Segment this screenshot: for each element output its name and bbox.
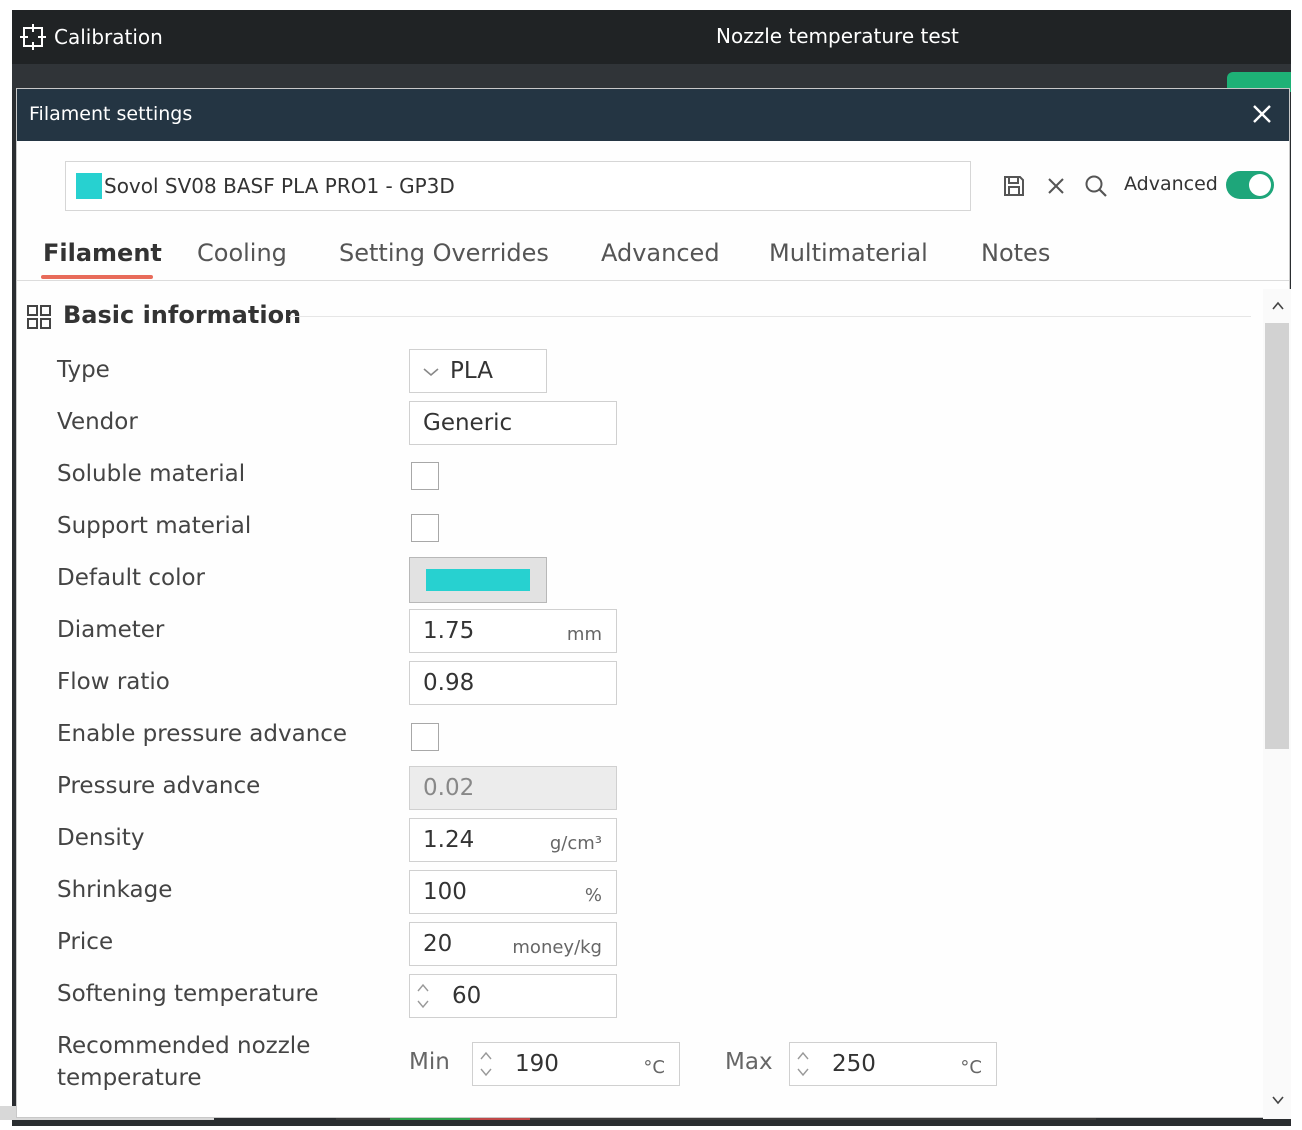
shrinkage-label: Shrinkage xyxy=(57,877,173,903)
section-title: Basic information xyxy=(63,301,302,329)
flow-ratio-field[interactable]: 0.98 xyxy=(409,661,617,705)
spin-arrows-icon[interactable] xyxy=(479,1047,493,1081)
delete-preset-icon[interactable] xyxy=(1043,173,1069,199)
app-title: Calibration xyxy=(54,25,163,49)
price-value: 20 xyxy=(423,931,453,957)
chevron-down-icon[interactable] xyxy=(1271,1093,1285,1107)
app-title-group: Calibration xyxy=(20,24,163,50)
advanced-mode-toggle[interactable] xyxy=(1226,171,1274,199)
chevron-up-icon[interactable] xyxy=(1271,299,1285,313)
nozzle-temperature-label-line1: Recommended nozzle xyxy=(57,1033,311,1059)
tab-notes[interactable]: Notes xyxy=(981,239,1050,267)
shrinkage-value: 100 xyxy=(423,879,467,905)
shrinkage-field[interactable]: 100 % xyxy=(409,870,617,914)
vendor-label: Vendor xyxy=(57,409,138,435)
softening-temperature-field[interactable]: 60 xyxy=(409,974,617,1018)
tab-cooling[interactable]: Cooling xyxy=(197,239,287,267)
shrinkage-unit: % xyxy=(584,885,602,906)
calibration-icon xyxy=(20,24,46,50)
density-label: Density xyxy=(57,825,145,851)
support-material-checkbox[interactable] xyxy=(411,514,439,542)
chevron-down-icon xyxy=(423,368,439,377)
preset-selector[interactable]: Sovol SV08 BASF PLA PRO1 - GP3D xyxy=(65,161,971,211)
nozzle-temperature-label-line2: temperature xyxy=(57,1065,202,1091)
softening-temperature-label: Softening temperature xyxy=(57,981,319,1007)
spin-arrows-icon[interactable] xyxy=(416,979,430,1013)
price-field[interactable]: 20 money/kg xyxy=(409,922,617,966)
close-icon[interactable] xyxy=(1249,101,1275,127)
type-label: Type xyxy=(57,357,110,383)
type-dropdown[interactable]: PLA xyxy=(409,349,547,393)
save-icon[interactable] xyxy=(1001,173,1027,199)
dialog-header: Filament settings xyxy=(17,89,1289,141)
search-icon[interactable] xyxy=(1083,173,1109,199)
flow-ratio-value: 0.98 xyxy=(423,670,475,696)
support-material-label: Support material xyxy=(57,513,252,539)
density-field[interactable]: 1.24 g/cm³ xyxy=(409,818,617,862)
app-toolbar xyxy=(12,64,1291,90)
density-value: 1.24 xyxy=(423,827,475,853)
diameter-unit: mm xyxy=(566,624,602,645)
soluble-material-checkbox[interactable] xyxy=(411,462,439,490)
app-titlebar: Calibration Nozzle temperature test xyxy=(12,10,1291,64)
spin-arrows-icon[interactable] xyxy=(796,1047,810,1081)
nozzle-min-value: 190 xyxy=(515,1051,559,1077)
softening-temperature-value: 60 xyxy=(452,983,482,1009)
default-color-swatch xyxy=(426,569,530,591)
vendor-field[interactable]: Generic xyxy=(409,401,617,445)
enable-pressure-advance-label: Enable pressure advance xyxy=(57,721,348,747)
diameter-field[interactable]: 1.75 mm xyxy=(409,609,617,653)
nozzle-max-field[interactable]: 250 °C xyxy=(789,1042,997,1086)
density-unit: g/cm³ xyxy=(549,833,602,854)
pressure-advance-field: 0.02 xyxy=(409,766,617,810)
pressure-advance-label: Pressure advance xyxy=(57,773,261,799)
soluble-material-label: Soluble material xyxy=(57,461,246,487)
active-tab-indicator xyxy=(41,275,153,279)
diameter-value: 1.75 xyxy=(423,618,475,644)
nozzle-min-unit: °C xyxy=(643,1057,665,1078)
nozzle-max-unit: °C xyxy=(960,1057,982,1078)
price-unit: money/kg xyxy=(512,937,602,958)
toggle-knob xyxy=(1249,174,1271,196)
nozzle-min-label: Min xyxy=(409,1049,450,1075)
diameter-label: Diameter xyxy=(57,617,165,643)
tab-setting-overrides[interactable]: Setting Overrides xyxy=(339,239,549,267)
tab-advanced[interactable]: Advanced xyxy=(601,239,720,267)
preset-color-swatch xyxy=(76,173,102,199)
pressure-advance-value: 0.02 xyxy=(423,775,475,801)
default-color-label: Default color xyxy=(57,565,205,591)
dialog-title: Filament settings xyxy=(29,103,193,125)
type-value: PLA xyxy=(450,358,493,384)
filament-settings-dialog: Filament settings Sovol SV08 BASF PLA PR… xyxy=(16,88,1291,1119)
nozzle-max-label: Max xyxy=(725,1049,773,1075)
price-label: Price xyxy=(57,929,114,955)
enable-pressure-advance-checkbox[interactable] xyxy=(411,723,439,751)
nozzle-max-value: 250 xyxy=(832,1051,876,1077)
default-color-button[interactable] xyxy=(409,557,547,603)
scrollbar-thumb[interactable] xyxy=(1265,323,1289,749)
tab-multimaterial[interactable]: Multimaterial xyxy=(769,239,928,267)
flow-ratio-label: Flow ratio xyxy=(57,669,170,695)
vendor-value: Generic xyxy=(423,410,513,436)
section-divider xyxy=(289,316,1251,317)
settings-tabs: Filament Cooling Setting Overrides Advan… xyxy=(17,235,1289,281)
tab-filament[interactable]: Filament xyxy=(43,239,162,267)
preset-name: Sovol SV08 BASF PLA PRO1 - GP3D xyxy=(104,174,455,198)
grid-icon xyxy=(27,305,51,329)
vertical-scrollbar[interactable] xyxy=(1263,289,1291,1119)
advanced-mode-label: Advanced xyxy=(1124,173,1218,195)
nozzle-min-field[interactable]: 190 °C xyxy=(472,1042,680,1086)
window-title: Nozzle temperature test xyxy=(716,24,959,48)
